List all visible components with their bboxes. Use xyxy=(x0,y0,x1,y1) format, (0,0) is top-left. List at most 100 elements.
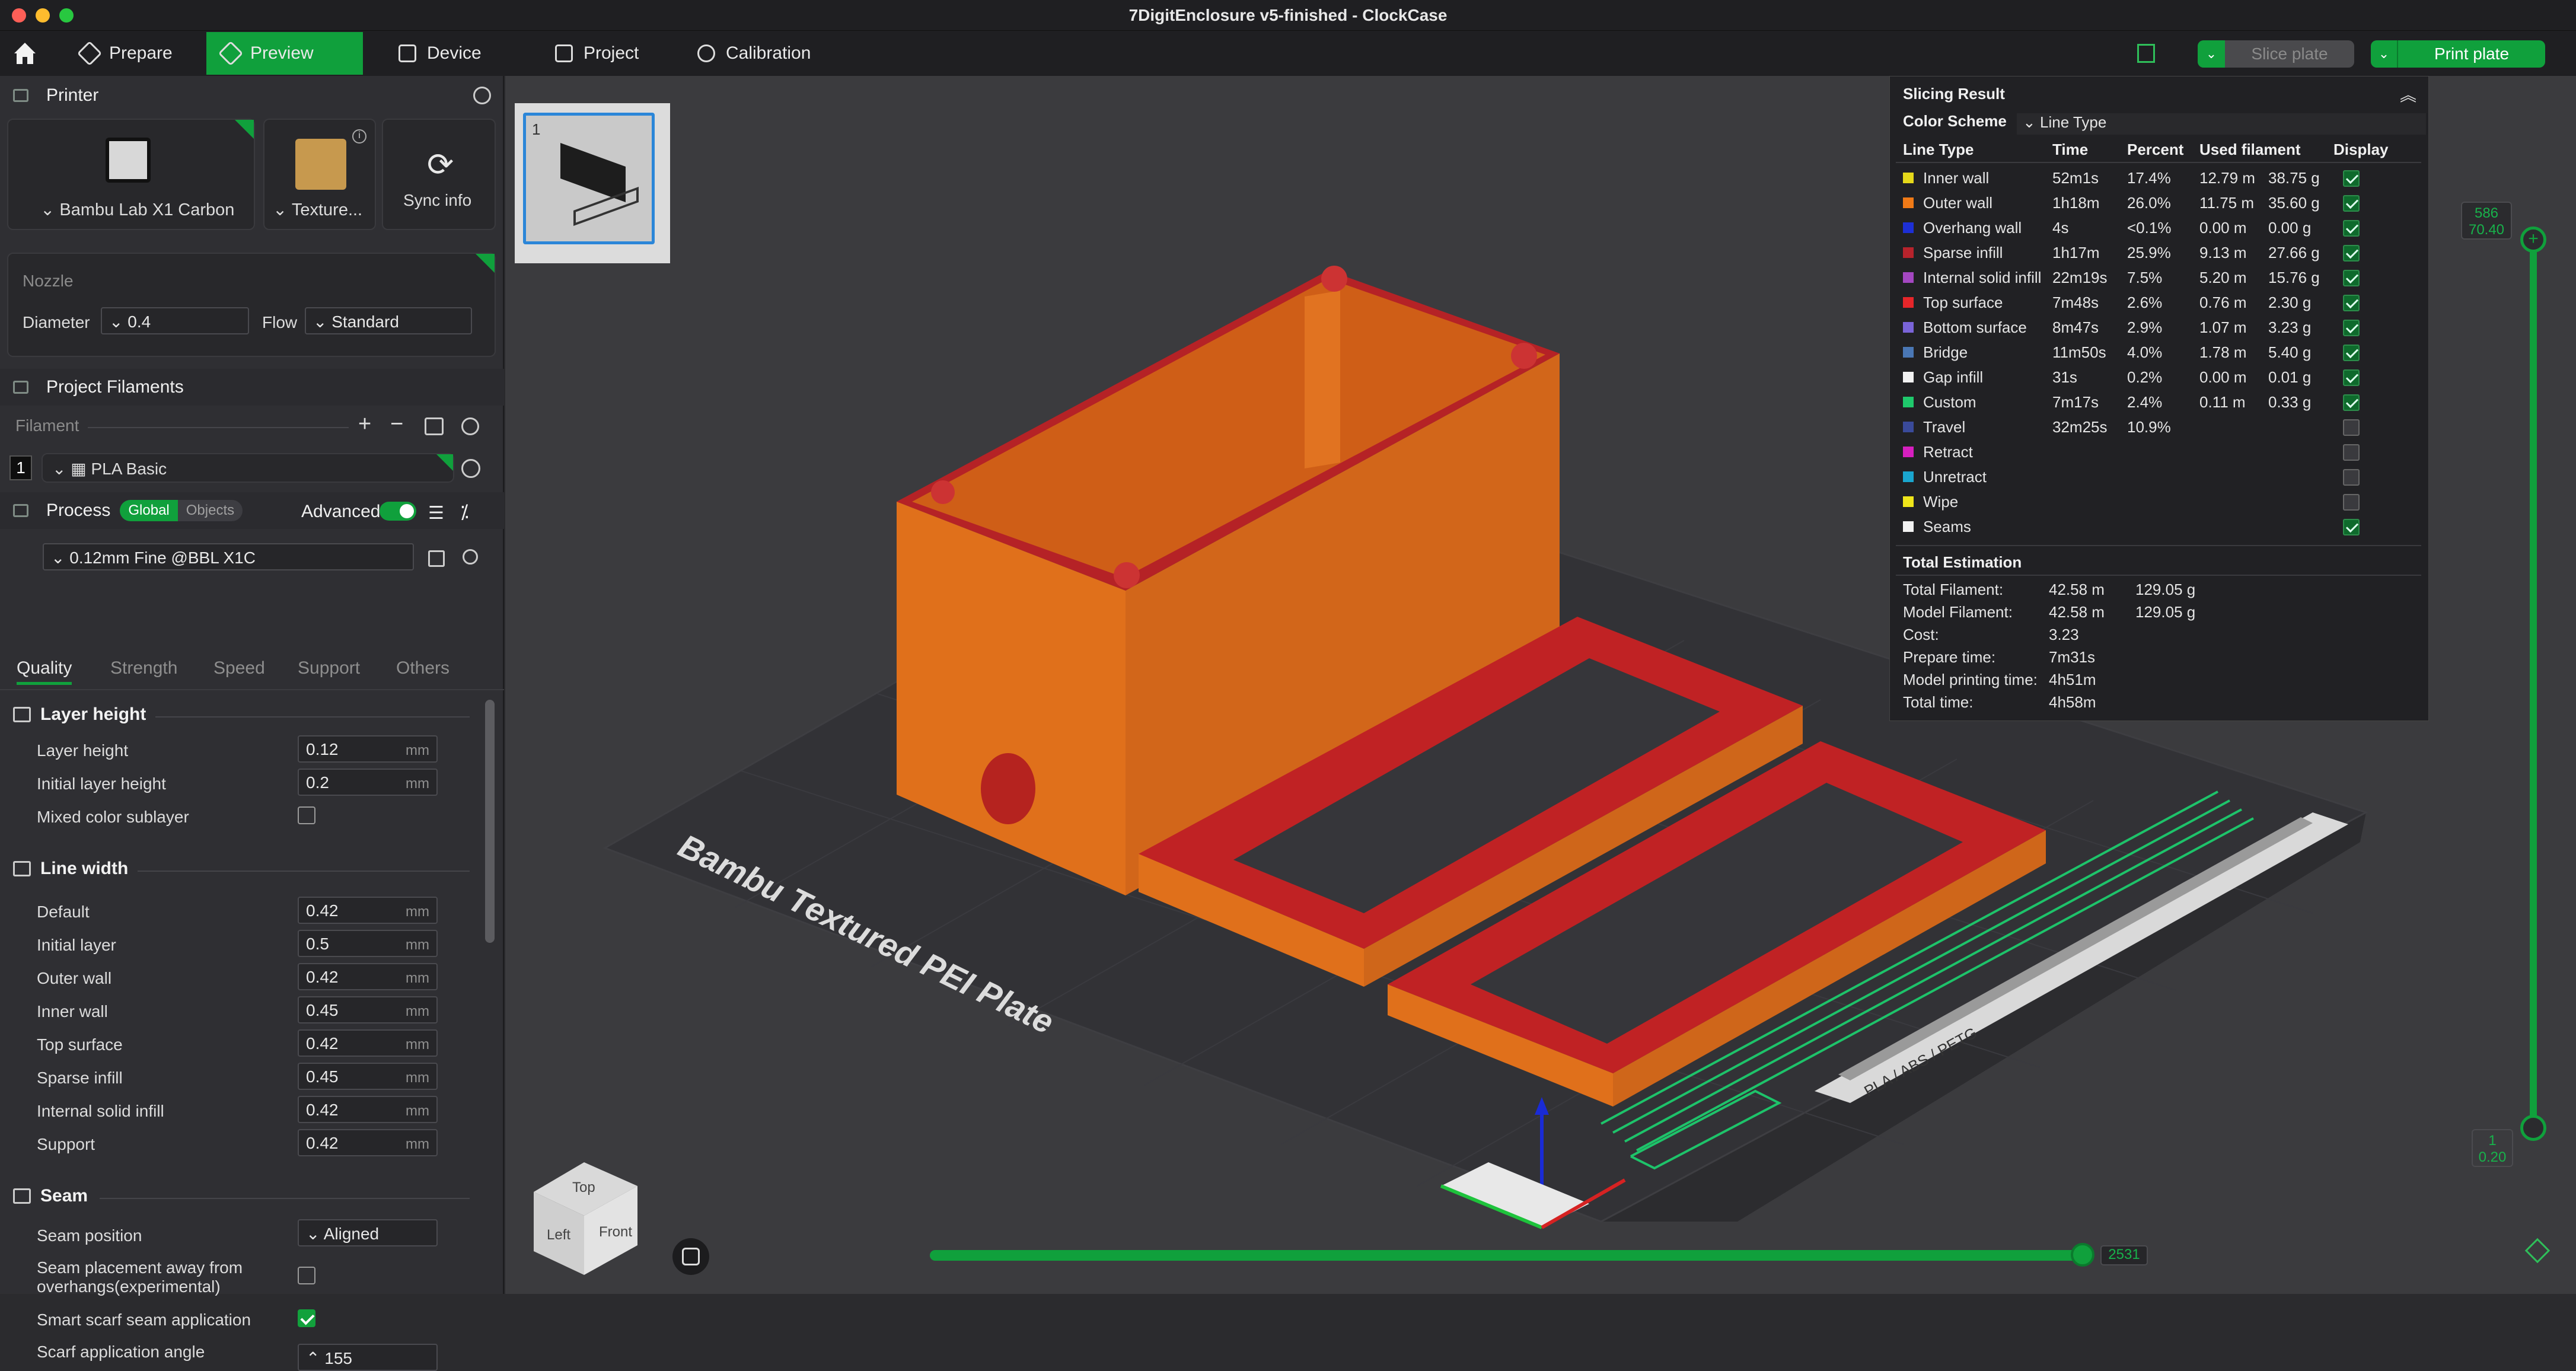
tab-others[interactable]: Others xyxy=(396,658,449,678)
tab-preview[interactable]: Preview xyxy=(206,32,363,75)
tab-strength[interactable]: Strength xyxy=(110,658,177,678)
header-line-type: Line Type xyxy=(1903,141,1974,158)
remove-filament-icon[interactable]: − xyxy=(390,412,403,437)
line-width-top-surface-input[interactable]: 0.42 mm xyxy=(298,1029,438,1057)
plate-name: ⌄ Texture... xyxy=(273,200,363,219)
camera-reset-icon[interactable] xyxy=(672,1238,709,1275)
seam-icon xyxy=(13,1188,31,1204)
advanced-switch[interactable] xyxy=(380,502,416,521)
total-value-primary: 3.23 xyxy=(2049,626,2079,643)
printer-card[interactable]: ⌄ Bambu Lab X1 Carbon xyxy=(7,119,255,230)
display-checkbox[interactable] xyxy=(2343,270,2360,286)
move-slider-track[interactable] xyxy=(930,1250,2091,1261)
list-icon[interactable]: ☰ xyxy=(428,503,444,524)
print-dropdown-icon[interactable]: ⌄ xyxy=(2371,40,2398,68)
home-icon[interactable] xyxy=(11,39,39,68)
layer-height-input[interactable]: 0.12 mm xyxy=(298,735,438,763)
slice-dropdown-icon[interactable]: ⌄ xyxy=(2198,40,2225,68)
line-width-default-input[interactable]: 0.42 mm xyxy=(298,897,438,924)
search-icon[interactable] xyxy=(463,549,478,565)
line-type-swatch xyxy=(1903,272,1914,283)
print-plate-button[interactable]: ⌄ Print plate xyxy=(2371,40,2545,68)
filament-more-icon[interactable] xyxy=(461,459,480,478)
filament-sync-icon[interactable] xyxy=(425,417,444,435)
global-toggle[interactable]: Global xyxy=(120,500,178,521)
display-checkbox[interactable] xyxy=(2343,419,2360,436)
smart-scarf-checkbox[interactable] xyxy=(298,1309,315,1327)
flow-select[interactable]: ⌄ Standard xyxy=(305,307,472,334)
compare-icon[interactable]: ⁒ xyxy=(460,500,468,523)
scarf-angle-label: Scarf application angle xyxy=(37,1343,205,1361)
mixed-color-sublayer-checkbox[interactable] xyxy=(298,806,315,824)
line-width-inner-wall-input[interactable]: 0.45 mm xyxy=(298,996,438,1024)
settings-scrollbar[interactable] xyxy=(485,700,495,943)
diameter-select[interactable]: ⌄ 0.4 xyxy=(101,307,249,334)
display-checkbox[interactable] xyxy=(2343,394,2360,411)
line-type-time: 52m1s xyxy=(2052,169,2099,187)
tab-prepare[interactable]: Prepare xyxy=(65,32,188,75)
line-type-name: Wipe xyxy=(1923,493,1959,511)
move-slider-handle[interactable] xyxy=(2071,1243,2094,1267)
plate-card[interactable]: i ⌄ Texture... xyxy=(263,119,376,230)
line-type-swatch xyxy=(1903,397,1914,407)
line-width-sparse-infill-input[interactable]: 0.45 mm xyxy=(298,1063,438,1090)
display-checkbox[interactable] xyxy=(2343,295,2360,311)
tab-project[interactable]: Project xyxy=(540,32,654,75)
tab-calibration[interactable]: Calibration xyxy=(682,32,826,75)
seam-position-select[interactable]: ⌄ Aligned xyxy=(298,1219,438,1246)
display-checkbox[interactable] xyxy=(2343,170,2360,187)
filament-settings-gear-icon[interactable] xyxy=(461,417,479,435)
initial-layer-height-input[interactable]: 0.2 mm xyxy=(298,769,438,796)
line-type-weight: 0.00 g xyxy=(2268,219,2312,237)
line-width-outer-wall-input[interactable]: 0.42 mm xyxy=(298,963,438,990)
scarf-angle-input[interactable]: ⌃ 155 xyxy=(298,1344,438,1371)
initial-layer-height-label: Initial layer height xyxy=(37,774,166,793)
line-width-sparse-infill-label: Sparse infill xyxy=(37,1069,123,1087)
process-preset-select[interactable]: ⌄ 0.12mm Fine @BBL X1C xyxy=(43,543,414,570)
preview-icon xyxy=(218,40,244,66)
plate-thumbnail[interactable]: 1 xyxy=(523,113,655,244)
display-checkbox[interactable] xyxy=(2343,369,2360,386)
line-type-time: 11m50s xyxy=(2052,343,2106,361)
display-checkbox[interactable] xyxy=(2343,494,2360,511)
layer-slider-track[interactable] xyxy=(2530,237,2537,1133)
display-checkbox[interactable] xyxy=(2343,444,2360,461)
display-checkbox[interactable] xyxy=(2343,519,2360,535)
seam-overhang-checkbox[interactable] xyxy=(298,1267,315,1284)
bottom-layer-handle[interactable] xyxy=(2520,1115,2546,1141)
objects-toggle[interactable]: Objects xyxy=(177,500,243,521)
display-checkbox[interactable] xyxy=(2343,245,2360,262)
line-type-swatch xyxy=(1903,173,1914,183)
bottom-layer-readout: 1 0.20 xyxy=(2472,1129,2513,1167)
display-checkbox[interactable] xyxy=(2343,469,2360,486)
total-label: Total Filament: xyxy=(1903,581,2004,598)
line-width-support-input[interactable]: 0.42 mm xyxy=(298,1129,438,1156)
process-section-header: Process Global Objects Advanced ☰ ⁒ xyxy=(0,492,504,529)
line-type-percent: 4.0% xyxy=(2127,343,2163,361)
tab-quality[interactable]: Quality xyxy=(17,658,72,685)
line-width-initial-layer-input[interactable]: 0.5 mm xyxy=(298,930,438,957)
info-icon[interactable]: i xyxy=(352,129,366,144)
tab-device[interactable]: Device xyxy=(383,32,497,75)
line-width-internal-solid-infill-input[interactable]: 0.42 mm xyxy=(298,1096,438,1123)
slice-plate-button[interactable]: ⌄ Slice plate xyxy=(2198,40,2354,68)
printer-settings-gear-icon[interactable] xyxy=(473,87,491,104)
filament-select[interactable]: ⌄ ▦ PLA Basic xyxy=(42,453,454,483)
display-checkbox[interactable] xyxy=(2343,345,2360,361)
display-checkbox[interactable] xyxy=(2343,320,2360,336)
color-scheme-select[interactable]: ⌄ Line Type xyxy=(2017,113,2426,135)
nozzle-label: Nozzle xyxy=(23,272,74,290)
display-checkbox[interactable] xyxy=(2343,220,2360,237)
window-title: 7DigitEnclosure v5-finished - ClockCase xyxy=(1128,6,1448,24)
line-type-time: 4s xyxy=(2052,219,2069,237)
add-filament-icon[interactable]: + xyxy=(358,412,371,437)
layout-icon[interactable] xyxy=(2137,44,2155,63)
tab-support[interactable]: Support xyxy=(298,658,360,678)
sync-info-button[interactable]: ⟳ Sync info xyxy=(382,119,496,230)
total-value-primary: 4h58m xyxy=(2049,693,2096,711)
collapse-result-icon[interactable]: ︽ xyxy=(2400,82,2416,106)
top-layer-handle[interactable]: + xyxy=(2520,227,2546,253)
save-preset-icon[interactable] xyxy=(428,550,445,567)
display-checkbox[interactable] xyxy=(2343,195,2360,212)
tab-speed[interactable]: Speed xyxy=(213,658,265,678)
